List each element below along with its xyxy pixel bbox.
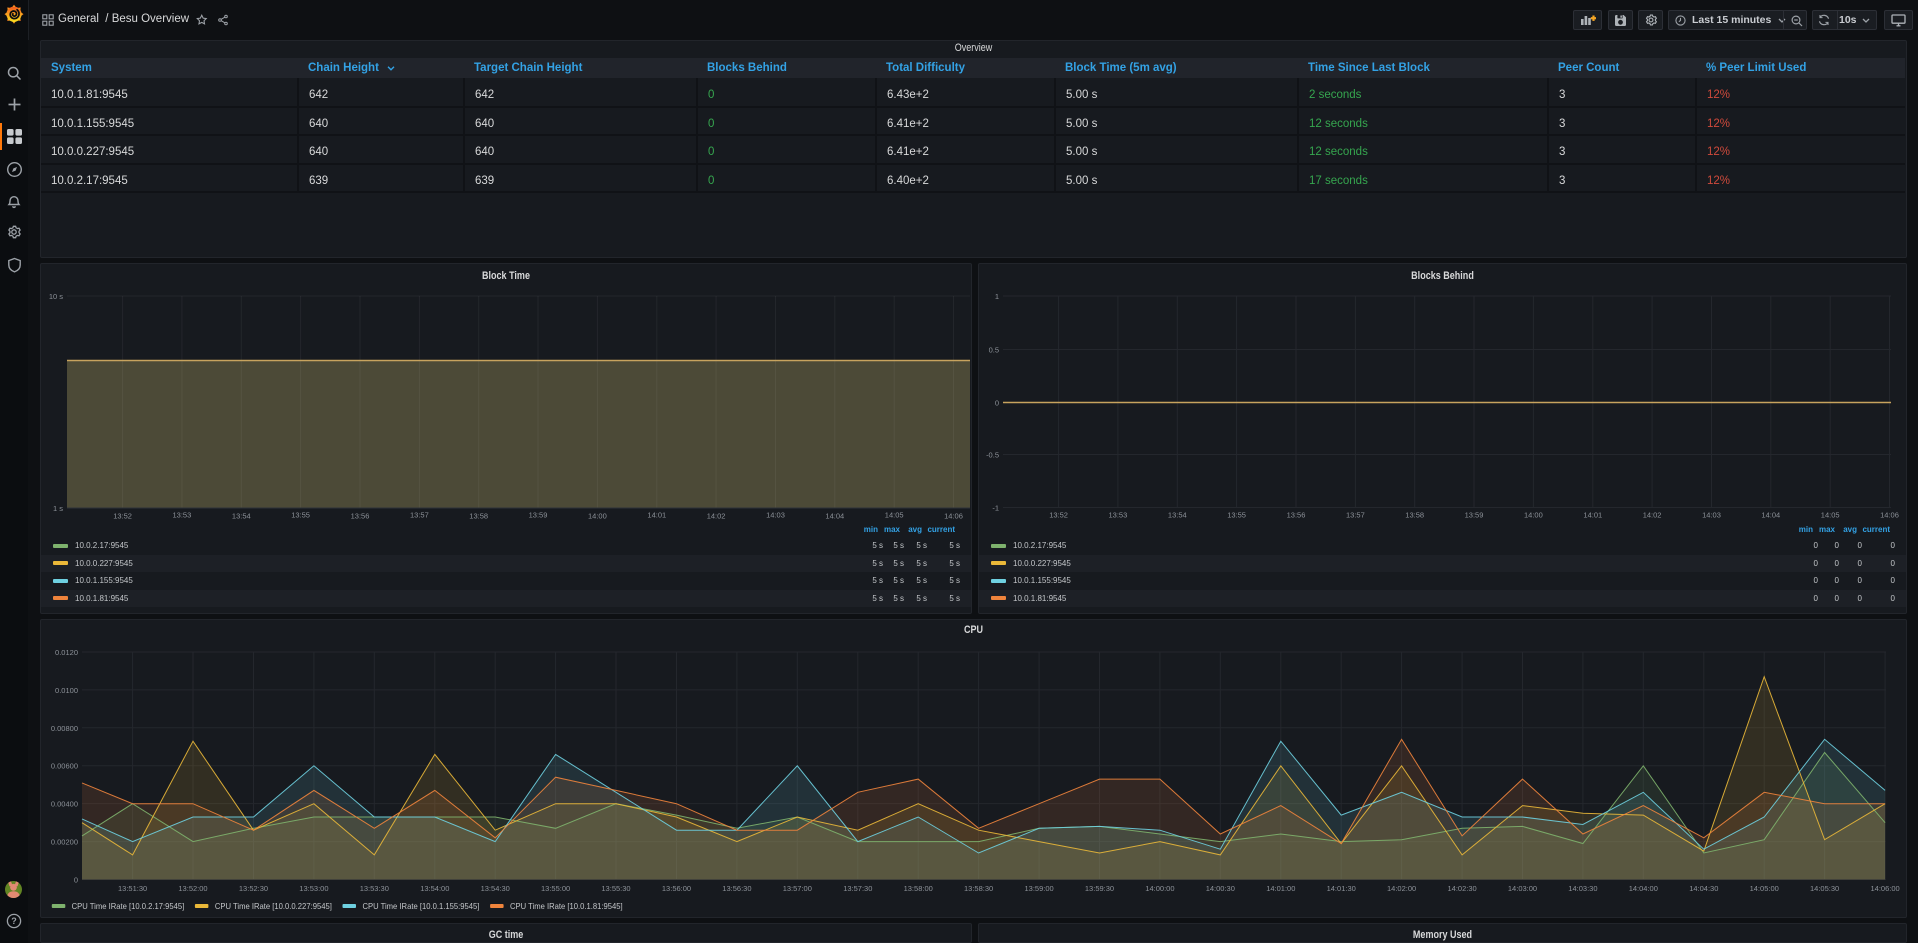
svg-text:14:04: 14:04 [825,512,844,521]
svg-text:14:04:00: 14:04:00 [1629,884,1658,893]
svg-text:13:56:00: 13:56:00 [662,884,691,893]
svg-text:14:02:30: 14:02:30 [1447,884,1476,893]
svg-text:13:53: 13:53 [1109,511,1128,520]
svg-text:13:52: 13:52 [1049,511,1068,520]
svg-text:13:59: 13:59 [1465,511,1484,520]
svg-text:14:05: 14:05 [885,511,904,520]
svg-text:14:03: 14:03 [1702,511,1721,520]
svg-text:14:01:00: 14:01:00 [1266,884,1295,893]
svg-text:13:52:30: 13:52:30 [239,884,268,893]
svg-text:14:05:30: 14:05:30 [1810,884,1839,893]
svg-text:0.00600: 0.00600 [51,762,78,771]
svg-text:13:55: 13:55 [1227,511,1246,520]
svg-text:13:53:00: 13:53:00 [299,884,328,893]
svg-text:0.00200: 0.00200 [51,838,78,847]
svg-text:0.00800: 0.00800 [51,724,78,733]
svg-text:13:57:00: 13:57:00 [783,884,812,893]
svg-text:14:00:00: 14:00:00 [1145,884,1174,893]
svg-text:14:06: 14:06 [1880,511,1899,520]
svg-text:14:03:30: 14:03:30 [1568,884,1597,893]
svg-text:14:04:30: 14:04:30 [1689,884,1718,893]
svg-text:14:01:30: 14:01:30 [1327,884,1356,893]
svg-text:14:05: 14:05 [1821,511,1840,520]
svg-text:0.0100: 0.0100 [55,686,78,695]
svg-text:14:02: 14:02 [1643,511,1662,520]
svg-text:13:59:00: 13:59:00 [1024,884,1053,893]
svg-text:?: ? [11,916,17,926]
svg-text:13:54: 13:54 [232,512,251,521]
svg-text:0: 0 [995,399,999,408]
svg-text:13:59: 13:59 [529,511,548,520]
svg-text:13:56:30: 13:56:30 [722,884,751,893]
svg-text:14:00:30: 14:00:30 [1206,884,1235,893]
svg-text:13:54: 13:54 [1168,511,1187,520]
svg-text:13:57: 13:57 [1346,511,1365,520]
svg-text:14:03:00: 14:03:00 [1508,884,1537,893]
svg-text:14:01: 14:01 [1583,511,1602,520]
svg-text:14:02:00: 14:02:00 [1387,884,1416,893]
svg-text:13:55:30: 13:55:30 [601,884,630,893]
svg-text:1: 1 [995,292,999,301]
svg-text:-0.5: -0.5 [986,451,999,460]
svg-text:13:58: 13:58 [1405,511,1424,520]
svg-text:13:59:30: 13:59:30 [1085,884,1114,893]
svg-text:13:57: 13:57 [410,511,429,520]
svg-text:14:05:00: 14:05:00 [1750,884,1779,893]
svg-text:13:51:30: 13:51:30 [118,884,147,893]
svg-text:13:55:00: 13:55:00 [541,884,570,893]
svg-text:14:06: 14:06 [944,512,963,521]
svg-text:0.5: 0.5 [989,346,999,355]
svg-text:14:00: 14:00 [588,512,607,521]
svg-text:13:57:30: 13:57:30 [843,884,872,893]
svg-text:13:58:30: 13:58:30 [964,884,993,893]
svg-text:13:54:30: 13:54:30 [481,884,510,893]
svg-text:13:52: 13:52 [113,512,132,521]
svg-text:13:56: 13:56 [351,512,370,521]
svg-text:13:55: 13:55 [291,511,310,520]
svg-text:14:00: 14:00 [1524,511,1543,520]
svg-text:13:52:00: 13:52:00 [178,884,207,893]
svg-text:14:06:00: 14:06:00 [1870,884,1899,893]
svg-text:13:53: 13:53 [173,511,192,520]
svg-text:0.00400: 0.00400 [51,800,78,809]
svg-text:0.0120: 0.0120 [55,648,78,657]
svg-text:14:03: 14:03 [766,511,785,520]
svg-text:13:58:00: 13:58:00 [904,884,933,893]
svg-text:13:54:00: 13:54:00 [420,884,449,893]
svg-text:13:58: 13:58 [469,512,488,521]
svg-text:13:53:30: 13:53:30 [360,884,389,893]
svg-text:14:02: 14:02 [707,512,726,521]
svg-text:-1: -1 [992,504,999,513]
svg-text:0: 0 [74,876,78,885]
svg-text:10 s: 10 s [49,292,63,301]
svg-text:14:04: 14:04 [1761,511,1780,520]
svg-text:13:56: 13:56 [1287,511,1306,520]
svg-text:1 s: 1 s [53,504,63,513]
svg-text:14:01: 14:01 [647,511,666,520]
